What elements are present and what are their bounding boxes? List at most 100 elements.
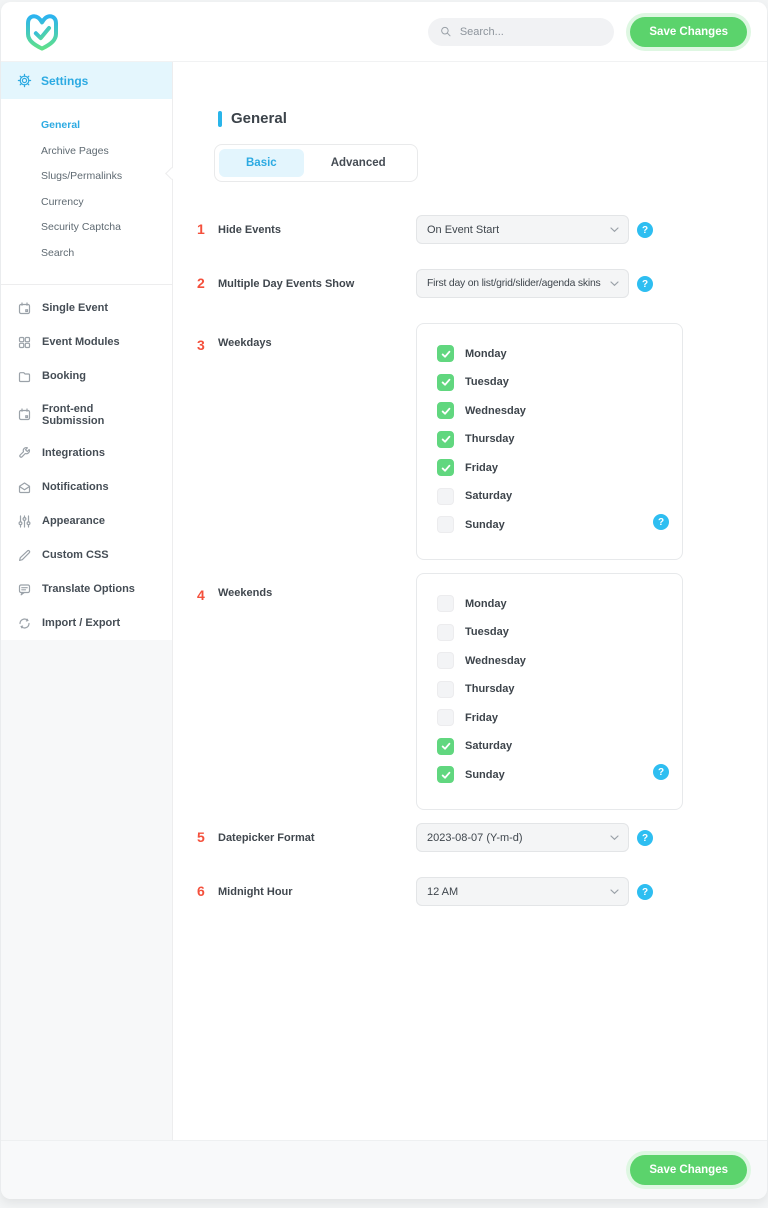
day-label: Wednesday — [465, 655, 526, 667]
sidebar-item-translate-options[interactable]: Translate Options — [1, 572, 172, 606]
checkbox-unchecked-icon[interactable] — [437, 681, 454, 698]
field-multiple-day-events: 2 Multiple Day Events Show First day on … — [197, 269, 767, 298]
checkbox-unchecked-icon[interactable] — [437, 516, 454, 533]
menu-label: Notifications — [42, 481, 109, 493]
sidebar-item-general[interactable]: General — [41, 113, 172, 139]
hide-events-select[interactable]: On Event Start — [416, 215, 629, 244]
menu-label: Translate Options — [42, 583, 135, 595]
menu-label: Appearance — [42, 515, 105, 527]
day-label: Friday — [465, 712, 498, 724]
field-weekends: 4 Weekends MondayTuesdayWednesdayThursda… — [197, 573, 767, 810]
day-checkbox-row: Sunday — [437, 516, 668, 533]
checkbox-unchecked-icon[interactable] — [437, 709, 454, 726]
tab-basic[interactable]: Basic — [219, 149, 304, 177]
chevron-down-icon — [610, 281, 619, 287]
envelope-icon — [17, 480, 32, 495]
menu-label: Event Modules — [42, 336, 120, 348]
menu-label: Front-end Submission — [42, 403, 156, 427]
field-label: Weekdays — [218, 323, 416, 349]
day-label: Wednesday — [465, 405, 526, 417]
chevron-down-icon — [610, 889, 619, 895]
main-content: General Basic Advanced 1 Hide Events On … — [173, 62, 767, 1140]
day-label: Thursday — [465, 433, 515, 445]
gear-icon — [17, 73, 32, 88]
day-label: Friday — [465, 462, 498, 474]
field-hide-events: 1 Hide Events On Event Start ? — [197, 215, 767, 244]
menu-label: Custom CSS — [42, 549, 109, 561]
checkbox-checked-icon[interactable] — [437, 459, 454, 476]
page-title: General — [231, 110, 287, 127]
search-input[interactable] — [460, 26, 603, 38]
sidebar-item-integrations[interactable]: Integrations — [1, 436, 172, 470]
field-number: 6 — [197, 877, 218, 899]
sidebar-filler — [1, 640, 172, 1140]
checkbox-unchecked-icon[interactable] — [437, 488, 454, 505]
select-value: 12 AM — [427, 886, 458, 898]
sidebar-item-event-modules[interactable]: Event Modules — [1, 325, 172, 359]
day-checkbox-row: Saturday — [437, 738, 668, 755]
day-checkbox-row: Sunday — [437, 766, 668, 783]
menu-label: Single Event — [42, 302, 108, 314]
day-checkbox-row: Thursday — [437, 681, 668, 698]
field-number: 1 — [197, 215, 218, 237]
tab-advanced[interactable]: Advanced — [304, 149, 413, 177]
search-icon — [440, 25, 451, 38]
grid-icon — [17, 335, 32, 350]
sidebar-settings-label: Settings — [41, 74, 88, 88]
day-label: Tuesday — [465, 626, 509, 638]
midnight-hour-select[interactable]: 12 AM — [416, 877, 629, 906]
sidebar-item-slugs-permalinks[interactable]: Slugs/Permalinks — [41, 164, 172, 190]
checkbox-unchecked-icon[interactable] — [437, 624, 454, 641]
help-icon[interactable]: ? — [637, 276, 653, 292]
chevron-down-icon — [610, 227, 619, 233]
day-label: Tuesday — [465, 376, 509, 388]
day-label: Sunday — [465, 769, 505, 781]
help-icon[interactable]: ? — [653, 514, 669, 530]
checkbox-checked-icon[interactable] — [437, 345, 454, 362]
sidebar-item-archive-pages[interactable]: Archive Pages — [41, 139, 172, 165]
day-label: Saturday — [465, 740, 512, 752]
checkbox-unchecked-icon[interactable] — [437, 595, 454, 612]
save-changes-button-header[interactable]: Save Changes — [630, 17, 747, 47]
sliders-icon — [17, 514, 32, 529]
sidebar-item-single-event[interactable]: Single Event — [1, 291, 172, 325]
day-checkbox-row: Monday — [437, 345, 668, 362]
help-icon[interactable]: ? — [637, 830, 653, 846]
field-datepicker-format: 5 Datepicker Format 2023-08-07 (Y-m-d) ? — [197, 823, 767, 852]
day-checkbox-row: Friday — [437, 459, 668, 476]
checkbox-checked-icon[interactable] — [437, 766, 454, 783]
sidebar-item-frontend-submission[interactable]: Front-end Submission — [1, 393, 172, 436]
day-label: Monday — [465, 348, 507, 360]
checkbox-checked-icon[interactable] — [437, 374, 454, 391]
sidebar-item-appearance[interactable]: Appearance — [1, 504, 172, 538]
sidebar-item-search[interactable]: Search — [41, 241, 172, 267]
weekdays-panel: MondayTuesdayWednesdayThursdayFridaySatu… — [416, 323, 683, 560]
sidebar-item-import-export[interactable]: Import / Export — [1, 606, 172, 640]
basic-advanced-tabs: Basic Advanced — [214, 144, 418, 182]
help-icon[interactable]: ? — [637, 222, 653, 238]
checkbox-checked-icon[interactable] — [437, 402, 454, 419]
checkbox-checked-icon[interactable] — [437, 738, 454, 755]
chat-icon — [17, 582, 32, 597]
sidebar-item-settings[interactable]: Settings — [1, 62, 172, 99]
help-icon[interactable]: ? — [653, 764, 669, 780]
folder-icon — [17, 369, 32, 384]
sidebar-item-custom-css[interactable]: Custom CSS — [1, 538, 172, 572]
day-checkbox-row: Friday — [437, 709, 668, 726]
sidebar-item-notifications[interactable]: Notifications — [1, 470, 172, 504]
search-box — [428, 18, 614, 46]
sidebar-item-booking[interactable]: Booking — [1, 359, 172, 393]
footer-bar: Save Changes — [1, 1140, 767, 1199]
day-label: Thursday — [465, 683, 515, 695]
multiple-day-events-select[interactable]: First day on list/grid/slider/agenda ski… — [416, 269, 629, 298]
checkbox-checked-icon[interactable] — [437, 431, 454, 448]
sidebar-item-currency[interactable]: Currency — [41, 190, 172, 216]
select-value: 2023-08-07 (Y-m-d) — [427, 832, 523, 844]
save-changes-button-footer[interactable]: Save Changes — [630, 1155, 747, 1185]
field-weekdays: 3 Weekdays MondayTuesdayWednesdayThursda… — [197, 323, 767, 560]
sidebar-item-security-captcha[interactable]: Security Captcha — [41, 215, 172, 241]
checkbox-unchecked-icon[interactable] — [437, 652, 454, 669]
help-icon[interactable]: ? — [637, 884, 653, 900]
datepicker-format-select[interactable]: 2023-08-07 (Y-m-d) — [416, 823, 629, 852]
field-label: Datepicker Format — [218, 823, 416, 844]
